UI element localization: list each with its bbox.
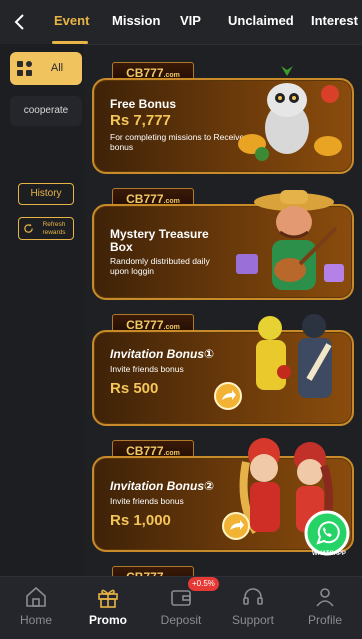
tab-event[interactable]: Event [54,13,89,28]
promo-list: CB777.com Free Bonus Rs 7,777 For comple… [84,44,362,576]
cricket-players-illustration [256,314,332,398]
guitarist-mascot-illustration [236,190,344,290]
brand-logo: CB777.com [112,566,194,576]
home-icon [26,586,46,607]
share-arrow-button[interactable] [222,512,250,540]
promo-amount: Rs 500 [110,380,159,397]
tab-vip[interactable]: VIP [180,13,201,28]
nav-profile-label: Profile [307,613,342,627]
promo-description: Invite friends bonus [110,496,184,506]
share-arrow-icon [222,390,236,400]
top-tab-bar: Event Mission VIP Unclaimed Interest [0,0,362,45]
promo-description: For completing missions to Receive bonus [110,132,245,152]
refresh-rewards-button[interactable]: Refresh rewards [18,217,74,240]
share-arrow-icon [230,520,244,530]
whatsapp-label: WHATSAPP [312,551,346,557]
promo-card-free-bonus[interactable]: Free Bonus Rs 7,777 For completing missi… [92,66,354,174]
promo-title: Free Bonus [110,97,177,111]
promo-description: Randomly distributed daily upon loggin [110,256,210,276]
nav-home[interactable]: Home [0,577,72,639]
category-all-label: All [50,62,64,74]
nav-promo-label: Promo [88,613,127,627]
promo-card-mystery-box[interactable]: Mystery Treasure Box Randomly distribute… [92,190,354,300]
bottom-navigation: Home Promo Deposit Support Profile +0.5% [0,576,362,639]
promo-title: Invitation Bonus① [110,347,215,361]
promo-amount: Rs 1,000 [110,512,171,529]
user-icon [316,588,334,607]
gift-icon [98,589,118,608]
nav-support[interactable]: Support [217,577,289,639]
deposit-bonus-badge: +0.5% [188,577,219,591]
refresh-icon [24,223,33,233]
tab-mission[interactable]: Mission [112,13,160,28]
back-arrow-icon[interactable] [8,10,32,34]
promo-card-invitation-bonus-1[interactable]: Invitation Bonus① Invite friends bonus R… [92,314,354,426]
promo-amount: Rs 7,777 [110,112,171,129]
headset-icon [243,588,263,605]
category-all[interactable]: All [10,52,82,85]
promo-title: Mystery Treasure Box [110,227,209,254]
category-cooperate[interactable]: cooperate [10,96,82,126]
nav-support-label: Support [231,613,275,627]
nav-deposit-label: Deposit [160,613,202,627]
nav-profile[interactable]: Profile [289,577,361,639]
history-button[interactable]: History [18,183,74,205]
nav-promo[interactable]: Promo [72,577,144,639]
share-arrow-button[interactable] [214,382,242,410]
nav-home-label: Home [19,613,52,627]
promo-description: Invite friends bonus [110,364,184,374]
lemur-mascot-illustration [238,66,342,161]
refresh-rewards-label: Refresh rewards [42,221,66,236]
category-sidebar: All cooperate History Refresh rewards [0,44,84,576]
tab-interest[interactable]: Interest [311,13,358,28]
promo-title: Invitation Bonus② [110,479,215,493]
tab-unclaimed[interactable]: Unclaimed [228,13,294,28]
